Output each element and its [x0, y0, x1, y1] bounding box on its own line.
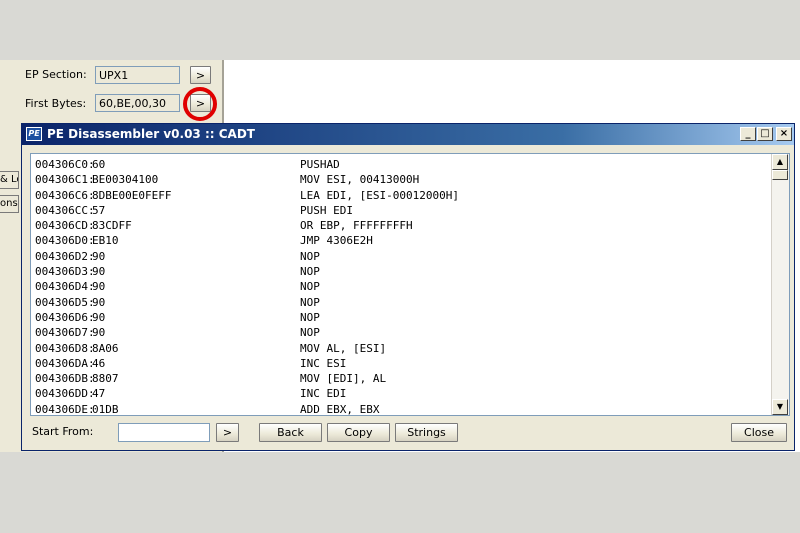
copy-button[interactable]: Copy	[327, 423, 390, 442]
disasm-bytes: 90	[92, 265, 106, 279]
disasm-addr: 004306CC:	[35, 203, 95, 217]
disasm-row[interactable]: 004306D8: 8A06 MOV AL, [ESI]	[31, 341, 771, 356]
pe-app-icon: PE	[26, 127, 42, 141]
disasm-addr: 004306D6:	[35, 310, 95, 324]
disasm-addr: 004306C1:	[35, 173, 95, 187]
disasm-instr: ADD EBX, EBX	[300, 402, 380, 416]
scroll-up-icon[interactable]: ▲	[772, 154, 788, 170]
disasm-addr: 004306D4:	[35, 280, 95, 294]
disasm-bytes: BE00304100	[92, 173, 159, 187]
disasm-addr: 004306DB:	[35, 372, 95, 386]
disasm-instr: NOP	[300, 310, 320, 324]
start-from-go-button[interactable]: >	[216, 423, 239, 442]
first-bytes-label: First Bytes:	[25, 97, 87, 110]
disasm-addr: 004306D8:	[35, 341, 95, 355]
disasm-addr: 004306D3:	[35, 265, 95, 279]
disasm-row[interactable]: 004306DA: 46 INC ESI	[31, 356, 771, 371]
ep-section-label: EP Section:	[25, 68, 87, 81]
disasm-instr: NOP	[300, 265, 320, 279]
disasm-instr: NOP	[300, 295, 320, 309]
disasm-instr: PUSHAD	[300, 158, 340, 171]
back-button[interactable]: Back	[259, 423, 322, 442]
disasm-bytes: EB10	[92, 234, 119, 248]
disasm-bytes: 8A06	[92, 341, 119, 355]
disasm-instr: INC EDI	[300, 387, 347, 401]
title-bar[interactable]: PE PE Disassembler v0.03 :: CADT _ □ ×	[22, 124, 794, 145]
disasm-bytes: 90	[92, 295, 106, 309]
close-button[interactable]: Close	[731, 423, 787, 442]
disassembly-rows: 004306C0: 60 PUSHAD 004306C1: BE00304100 MOV …	[31, 157, 771, 416]
disasm-instr: INC ESI	[300, 356, 347, 370]
disasm-bytes: 57	[92, 203, 106, 217]
pe-disassembler-window: PE PE Disassembler v0.03 :: CADT _ □ × 0…	[21, 123, 795, 451]
disasm-row[interactable]: 004306D7: 90 NOP	[31, 325, 771, 340]
ep-section-field[interactable]: UPX1	[95, 66, 180, 84]
disasm-addr: 004306DA:	[35, 356, 95, 370]
disasm-bytes: 60	[92, 158, 106, 171]
disasm-row[interactable]: 004306D6: 90 NOP	[31, 310, 771, 325]
disasm-row[interactable]: 004306C6: 8DBE00E0FEFF LEA EDI, [ESI-00012…	[31, 188, 771, 203]
disasm-bytes: 83CDFF	[92, 219, 132, 233]
minimize-button[interactable]: _	[740, 127, 756, 141]
disasm-row[interactable]: 004306D4: 90 NOP	[31, 279, 771, 294]
disasm-row[interactable]: 004306DE: 01DB ADD EBX, EBX	[31, 402, 771, 416]
disasm-bytes: 47	[92, 387, 106, 401]
disasm-instr: NOP	[300, 326, 320, 340]
disasm-instr: MOV ESI, 00413000H	[300, 173, 420, 187]
disasm-bytes: 90	[92, 310, 106, 324]
disasm-instr: MOV [EDI], AL	[300, 372, 387, 386]
top-margin	[0, 0, 800, 60]
disasm-addr: 004306C0:	[35, 158, 95, 171]
disasm-row[interactable]: 004306CC: 57 PUSH EDI	[31, 203, 771, 218]
disasm-bytes: 8807	[92, 372, 119, 386]
disasm-addr: 004306D7:	[35, 326, 95, 340]
disasm-instr: JMP 4306E2H	[300, 234, 373, 248]
disasm-instr: OR EBP, FFFFFFFFH	[300, 219, 413, 233]
window-title: PE Disassembler v0.03 :: CADT	[47, 127, 255, 141]
bottom-margin	[0, 452, 800, 533]
first-bytes-field[interactable]: 60,BE,00,30	[95, 94, 180, 112]
disasm-row[interactable]: 004306C0: 60 PUSHAD	[31, 157, 771, 172]
disasm-row[interactable]: 004306D2: 90 NOP	[31, 249, 771, 264]
disasm-addr: 004306DE:	[35, 402, 95, 416]
disasm-addr: 004306C6:	[35, 188, 95, 202]
disasm-row[interactable]: 004306C1: BE00304100 MOV ESI, 00413000H	[31, 172, 771, 187]
left-stub-tab-1[interactable]: & Lo	[0, 171, 19, 189]
close-window-button[interactable]: ×	[776, 127, 792, 141]
scroll-thumb[interactable]	[772, 170, 788, 180]
disasm-bytes: 90	[92, 280, 106, 294]
disasm-instr: NOP	[300, 249, 320, 263]
disasm-row[interactable]: 004306D5: 90 NOP	[31, 295, 771, 310]
scroll-down-icon[interactable]: ▼	[772, 399, 788, 415]
disasm-addr: 004306D0:	[35, 234, 95, 248]
disassembly-list[interactable]: 004306C0: 60 PUSHAD 004306C1: BE00304100 MOV …	[30, 153, 790, 416]
disasm-row[interactable]: 004306D0: EB10 JMP 4306E2H	[31, 233, 771, 248]
disasm-row[interactable]: 004306CD: 83CDFF OR EBP, FFFFFFFFH	[31, 218, 771, 233]
disasm-bytes: 46	[92, 356, 106, 370]
vertical-scrollbar[interactable]: ▲ ▼	[771, 154, 789, 415]
left-stub-tab-2[interactable]: ons	[0, 195, 19, 213]
strings-button[interactable]: Strings	[395, 423, 458, 442]
disasm-addr: 004306D5:	[35, 295, 95, 309]
disasm-addr: 004306CD:	[35, 219, 95, 233]
disasm-instr: NOP	[300, 280, 320, 294]
disasm-instr: PUSH EDI	[300, 203, 353, 217]
ep-section-go-button[interactable]: >	[190, 66, 211, 84]
disasm-bytes: 8DBE00E0FEFF	[92, 188, 172, 202]
start-from-input[interactable]	[118, 423, 210, 442]
disasm-addr: 004306D2:	[35, 249, 95, 263]
disasm-bytes: 90	[92, 249, 106, 263]
disasm-addr: 004306DD:	[35, 387, 95, 401]
disasm-row[interactable]: 004306DD: 47 INC EDI	[31, 386, 771, 401]
disasm-row[interactable]: 004306DB: 8807 MOV [EDI], AL	[31, 371, 771, 386]
start-from-label: Start From:	[32, 425, 94, 438]
disasm-bytes: 01DB	[92, 402, 119, 416]
disasm-row[interactable]: 004306D3: 90 NOP	[31, 264, 771, 279]
disasm-instr: MOV AL, [ESI]	[300, 341, 387, 355]
maximize-button[interactable]: □	[757, 127, 773, 141]
disasm-instr: LEA EDI, [ESI-00012000H]	[300, 188, 459, 202]
highlight-circle	[183, 87, 217, 121]
disasm-bytes: 90	[92, 326, 106, 340]
